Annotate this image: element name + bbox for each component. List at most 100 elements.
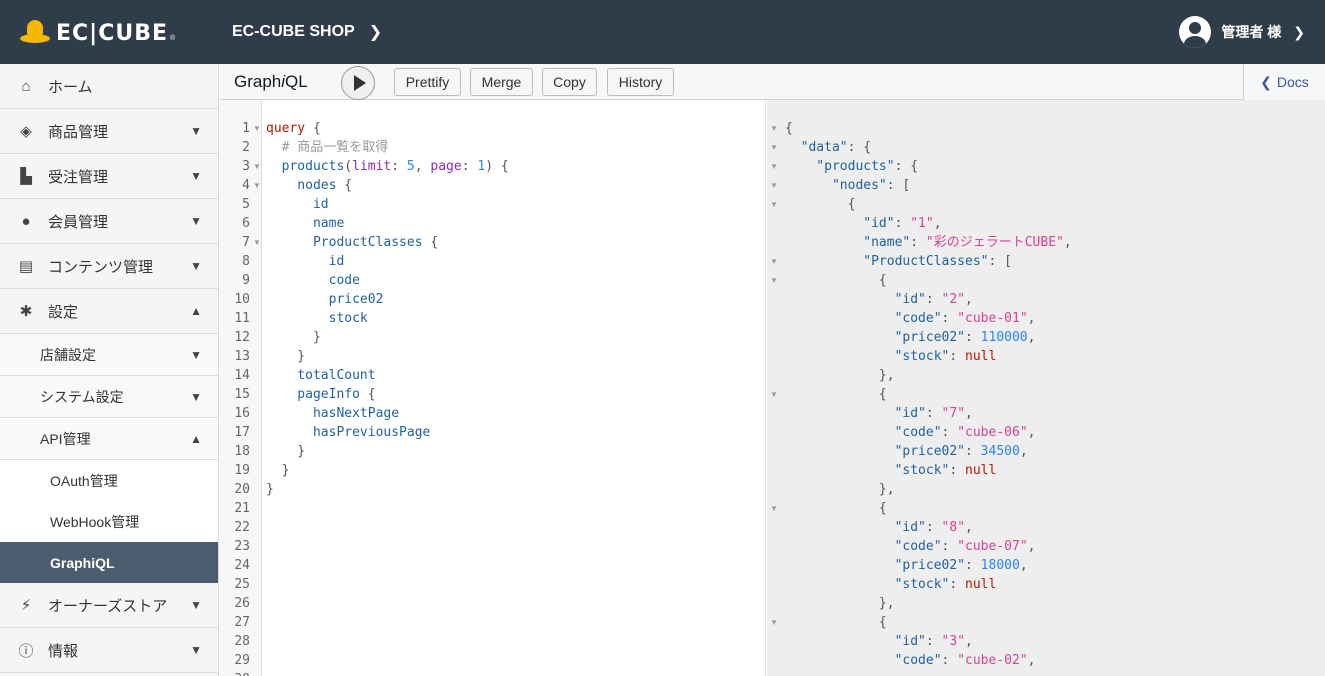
fold-arrow-icon[interactable]: ▼ [253, 157, 261, 176]
sidebar-item-home[interactable]: ⌂ ホーム [0, 64, 218, 109]
chevron-right-icon: ❯ [368, 24, 383, 41]
result-token: , [1027, 330, 1036, 345]
sidebar-item-oauth[interactable]: OAuth管理 [0, 460, 218, 501]
result-line: "name": "彩のジェラートCUBE", [785, 233, 1071, 252]
prettify-button[interactable]: Prettify [394, 68, 461, 96]
code-token: code [266, 273, 360, 288]
sidebar-item-settings[interactable]: ✱ 設定 ▲ [0, 289, 218, 334]
fold-arrow-icon[interactable]: ▼ [770, 119, 778, 138]
ec-cube-logo[interactable]: EC|CUBE ® [20, 18, 175, 48]
result-line: }, [785, 480, 895, 499]
result-line: "products": { [785, 157, 918, 176]
fold-arrow-icon[interactable]: ▼ [770, 499, 778, 518]
result-token: , [965, 292, 973, 307]
result-token: : [941, 425, 958, 440]
line-number: 11 [234, 311, 250, 326]
query-editor[interactable]: 1 ▼ 2 3 ▼ 4 ▼ 5 6 7 ▼ 8 9 10 11 12 13 14 15 16 17 18 19 20 21 22 2… [220, 100, 766, 676]
graphiql-title-part: Graph [234, 72, 282, 91]
result-line: "stock": null [785, 575, 997, 594]
result-token: "nodes" [785, 178, 887, 193]
fold-arrow-icon[interactable]: ▼ [770, 385, 778, 404]
sidebar-item-orders[interactable]: ▙ 受注管理 ▼ [0, 154, 218, 199]
result-token: "data" [785, 140, 848, 155]
user-menu[interactable]: 管理者 様 ❯ [1179, 16, 1305, 48]
code-line: } [266, 328, 321, 347]
code-token: 5 [406, 159, 415, 174]
fold-arrow-icon[interactable]: ▼ [770, 157, 778, 176]
result-token: : [910, 235, 926, 250]
home-icon: ⌂ [21, 77, 31, 95]
code-line: products(limit: 5, page: 1) { [266, 157, 509, 176]
gear-icon: ✱ [19, 303, 33, 320]
result-token: 18000 [980, 558, 1020, 573]
sidebar-item-info[interactable]: ⓘ 情報 ▼ [0, 628, 218, 673]
result-line: { [785, 613, 887, 632]
result-token: "8" [941, 520, 966, 535]
code-token: { [359, 387, 376, 402]
result-token: : { [847, 140, 872, 155]
result-token: 110000 [980, 330, 1028, 345]
line-number-gutter: 1 ▼ 2 3 ▼ 4 ▼ 5 6 7 ▼ 8 9 10 11 12 13 14 15 16 17 18 19 20 21 22 2… [220, 100, 262, 676]
result-token: "stock" [785, 349, 950, 364]
code-line: hasNextPage [266, 404, 399, 423]
merge-button[interactable]: Merge [470, 68, 533, 96]
result-viewer[interactable]: {▼ "data": {▼ "products": {▼ "nodes": [▼… [767, 100, 1325, 676]
result-token: "id" [785, 520, 926, 535]
code-token: page [430, 159, 462, 174]
sidebar-item-customers[interactable]: ● 会員管理 ▼ [0, 199, 218, 244]
line-number: 20 [234, 482, 250, 497]
line-number: 13 [234, 349, 250, 364]
copy-button[interactable]: Copy [542, 68, 597, 96]
line-number: 19 [234, 463, 250, 478]
history-button[interactable]: History [607, 68, 674, 96]
code-token: , [414, 159, 431, 174]
fold-arrow-icon[interactable]: ▼ [770, 613, 778, 632]
sidebar-item-owners-store[interactable]: ⚡ オーナーズストア ▼ [0, 583, 218, 628]
result-token: "code" [785, 425, 942, 440]
code-token: } [266, 463, 290, 478]
line-number: 2 [242, 140, 250, 155]
result-token: "7" [941, 406, 966, 421]
line-number: 29 [234, 653, 250, 668]
result-line: { [785, 385, 887, 404]
line-number: 22 [234, 520, 250, 535]
plug-icon: ⚡ [20, 597, 32, 614]
result-token: "cube-07" [957, 539, 1028, 554]
sidebar-item-contents[interactable]: ▤ コンテンツ管理 ▼ [0, 244, 218, 289]
fold-arrow-icon[interactable]: ▼ [770, 138, 778, 157]
sidebar-item-api-management[interactable]: API管理 ▲ [0, 418, 218, 460]
sidebar-item-label: ホーム [48, 78, 93, 96]
line-number: 18 [234, 444, 250, 459]
sidebar-item-shop-settings[interactable]: 店舗設定 ▼ [0, 334, 218, 376]
fold-arrow-icon[interactable]: ▼ [770, 271, 778, 290]
result-token: : [965, 558, 981, 573]
fold-arrow-icon[interactable]: ▼ [770, 252, 778, 271]
fold-arrow-icon[interactable]: ▼ [253, 176, 261, 195]
fold-arrow-icon[interactable]: ▼ [770, 176, 778, 195]
fold-arrow-icon[interactable]: ▼ [253, 233, 261, 252]
execute-query-button[interactable] [341, 66, 375, 100]
code-token: } [266, 444, 306, 459]
code-line: totalCount [266, 366, 375, 385]
shop-link[interactable]: EC-CUBE SHOP ❯ [232, 22, 382, 42]
sidebar-item-products[interactable]: ◈ 商品管理 ▼ [0, 109, 218, 154]
result-token: "ProductClasses" [785, 254, 989, 269]
sidebar-item-webhook[interactable]: WebHook管理 [0, 501, 218, 542]
info-icon: ⓘ [18, 642, 34, 660]
sidebar-item-system-settings[interactable]: システム設定 ▼ [0, 376, 218, 418]
result-token: { [785, 501, 887, 516]
sidebar-item-graphiql[interactable]: GraphiQL [0, 542, 218, 583]
result-line: { [785, 271, 887, 290]
fold-arrow-icon[interactable]: ▼ [253, 119, 261, 138]
play-icon [354, 75, 366, 91]
fold-arrow-icon[interactable]: ▼ [770, 195, 778, 214]
result-line: "code": "cube-02", [785, 651, 1036, 670]
result-token: { [785, 615, 887, 630]
result-token: , [1027, 425, 1036, 440]
code-line: name [266, 214, 344, 233]
line-number: 6 [242, 216, 250, 231]
result-line: "data": { [785, 138, 871, 157]
code-line: code [266, 271, 360, 290]
result-token: "彩のジェラートCUBE" [925, 235, 1064, 250]
docs-button[interactable]: ❮ Docs [1243, 64, 1325, 100]
